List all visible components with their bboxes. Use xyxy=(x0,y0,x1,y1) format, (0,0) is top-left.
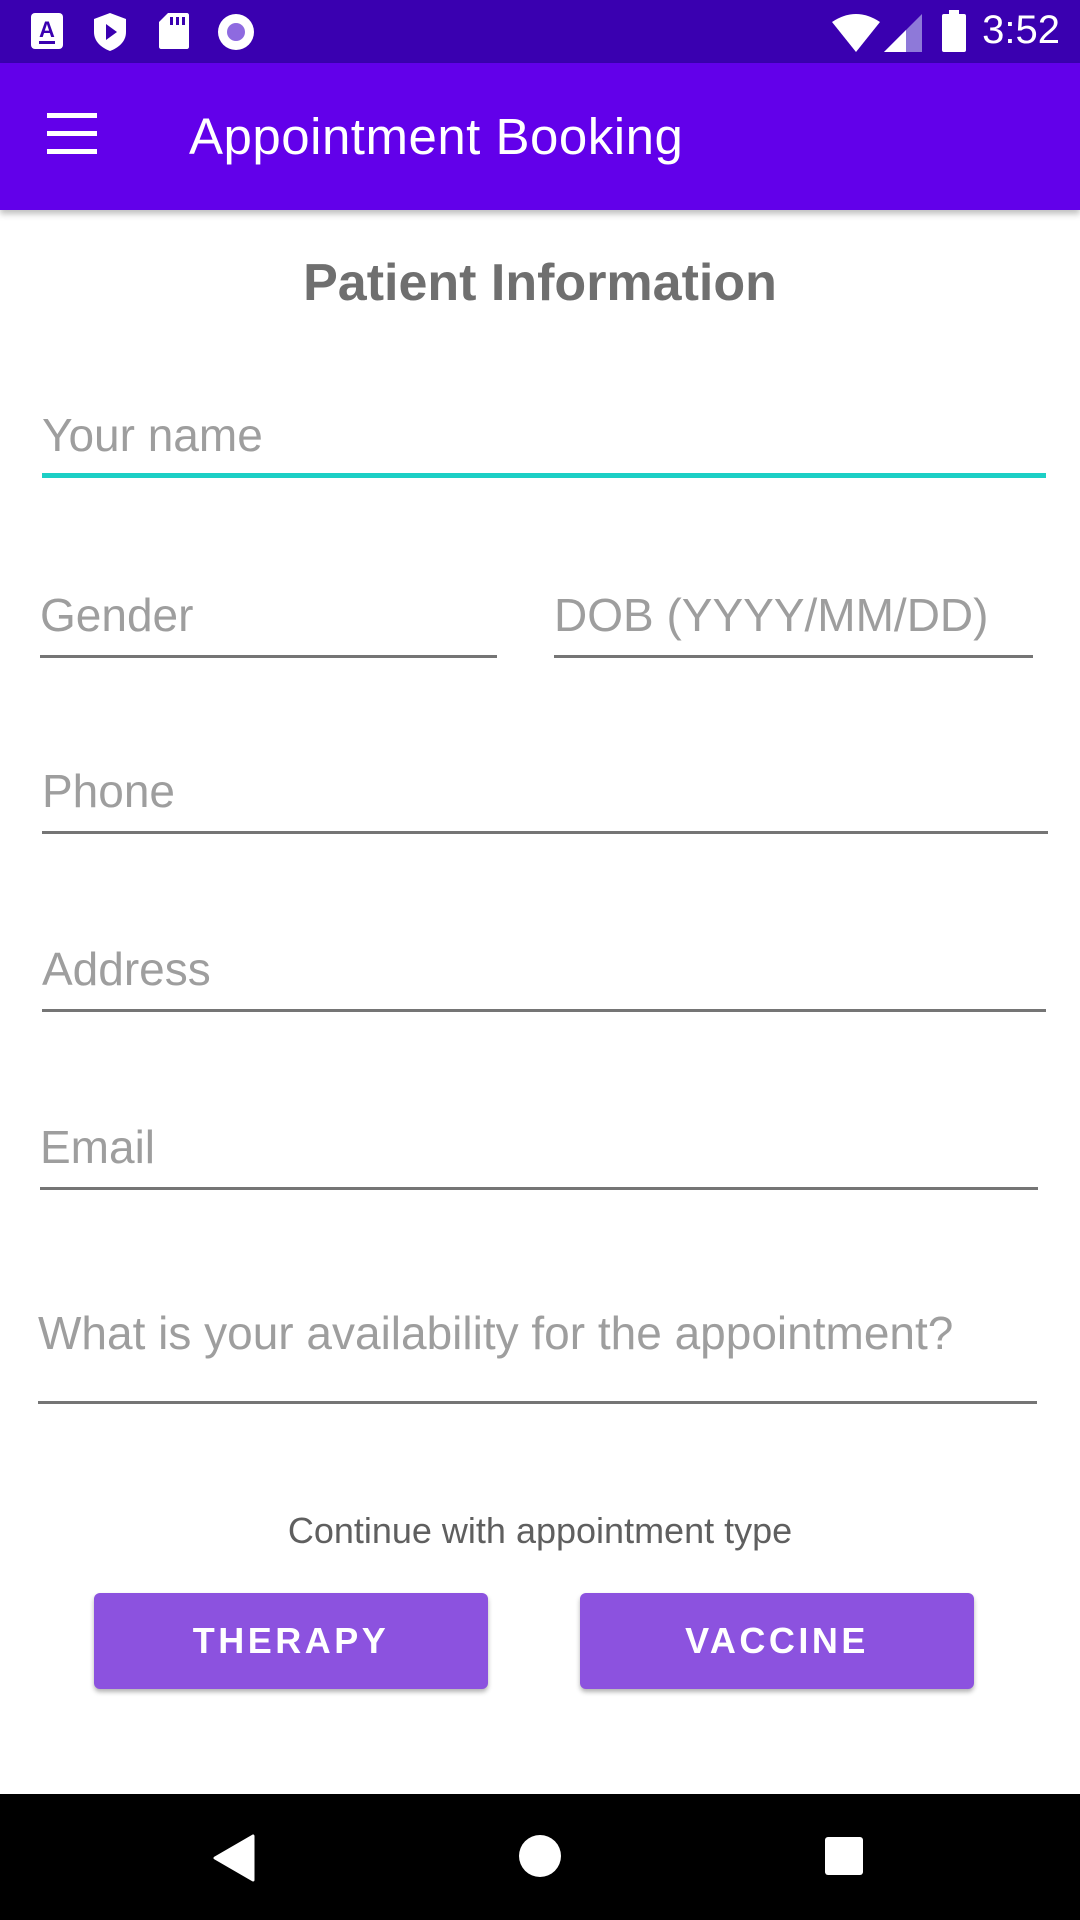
name-field[interactable]: Your name xyxy=(42,400,1046,478)
dob-placeholder: DOB (YYYY/MM/DD) xyxy=(554,589,989,641)
hamburger-menu-icon[interactable] xyxy=(44,113,100,159)
signal-icon xyxy=(884,14,922,52)
address-field[interactable]: Address xyxy=(42,934,1046,1012)
play-protect-icon xyxy=(94,13,126,51)
availability-placeholder: What is your availability for the appoin… xyxy=(38,1307,954,1359)
address-placeholder: Address xyxy=(42,943,211,995)
home-icon[interactable] xyxy=(518,1834,562,1878)
recents-icon[interactable] xyxy=(824,1836,864,1876)
availability-underline xyxy=(38,1401,1037,1404)
app-bar: Appointment Booking xyxy=(0,63,1080,210)
name-underline xyxy=(42,473,1046,478)
svg-text:A: A xyxy=(39,17,55,42)
battery-icon xyxy=(942,10,966,52)
phone-field[interactable]: Phone xyxy=(42,756,1048,834)
accessibility-icon: A xyxy=(31,13,63,49)
email-placeholder: Email xyxy=(40,1121,156,1173)
record-icon xyxy=(218,14,254,50)
appointment-type-prompt: Continue with appointment type xyxy=(287,1510,793,1551)
dob-underline xyxy=(554,655,1033,658)
email-field[interactable]: Email xyxy=(40,1112,1038,1190)
availability-field[interactable]: What is your availability for the appoin… xyxy=(38,1290,1037,1404)
therapy-button[interactable]: THERAPY xyxy=(94,1593,488,1689)
email-underline xyxy=(40,1187,1038,1190)
section-title: Patient Information xyxy=(303,254,777,312)
clock: 3:52 xyxy=(982,8,1060,52)
phone-placeholder: Phone xyxy=(42,765,176,817)
sd-card-icon xyxy=(159,13,189,49)
gender-field[interactable]: Gender xyxy=(40,580,497,658)
gender-placeholder: Gender xyxy=(40,589,194,641)
phone-underline xyxy=(42,831,1048,834)
dob-field[interactable]: DOB (YYYY/MM/DD) xyxy=(554,580,1033,658)
back-icon[interactable] xyxy=(213,1834,257,1882)
navigation-bar xyxy=(0,1794,1080,1920)
app-title: Appointment Booking xyxy=(189,108,684,165)
wifi-icon xyxy=(832,14,880,52)
gender-underline xyxy=(40,655,497,658)
address-underline xyxy=(42,1009,1046,1012)
status-bar: A 3:52 xyxy=(0,0,1080,63)
name-placeholder: Your name xyxy=(42,409,263,461)
vaccine-button[interactable]: VACCINE xyxy=(580,1593,974,1689)
